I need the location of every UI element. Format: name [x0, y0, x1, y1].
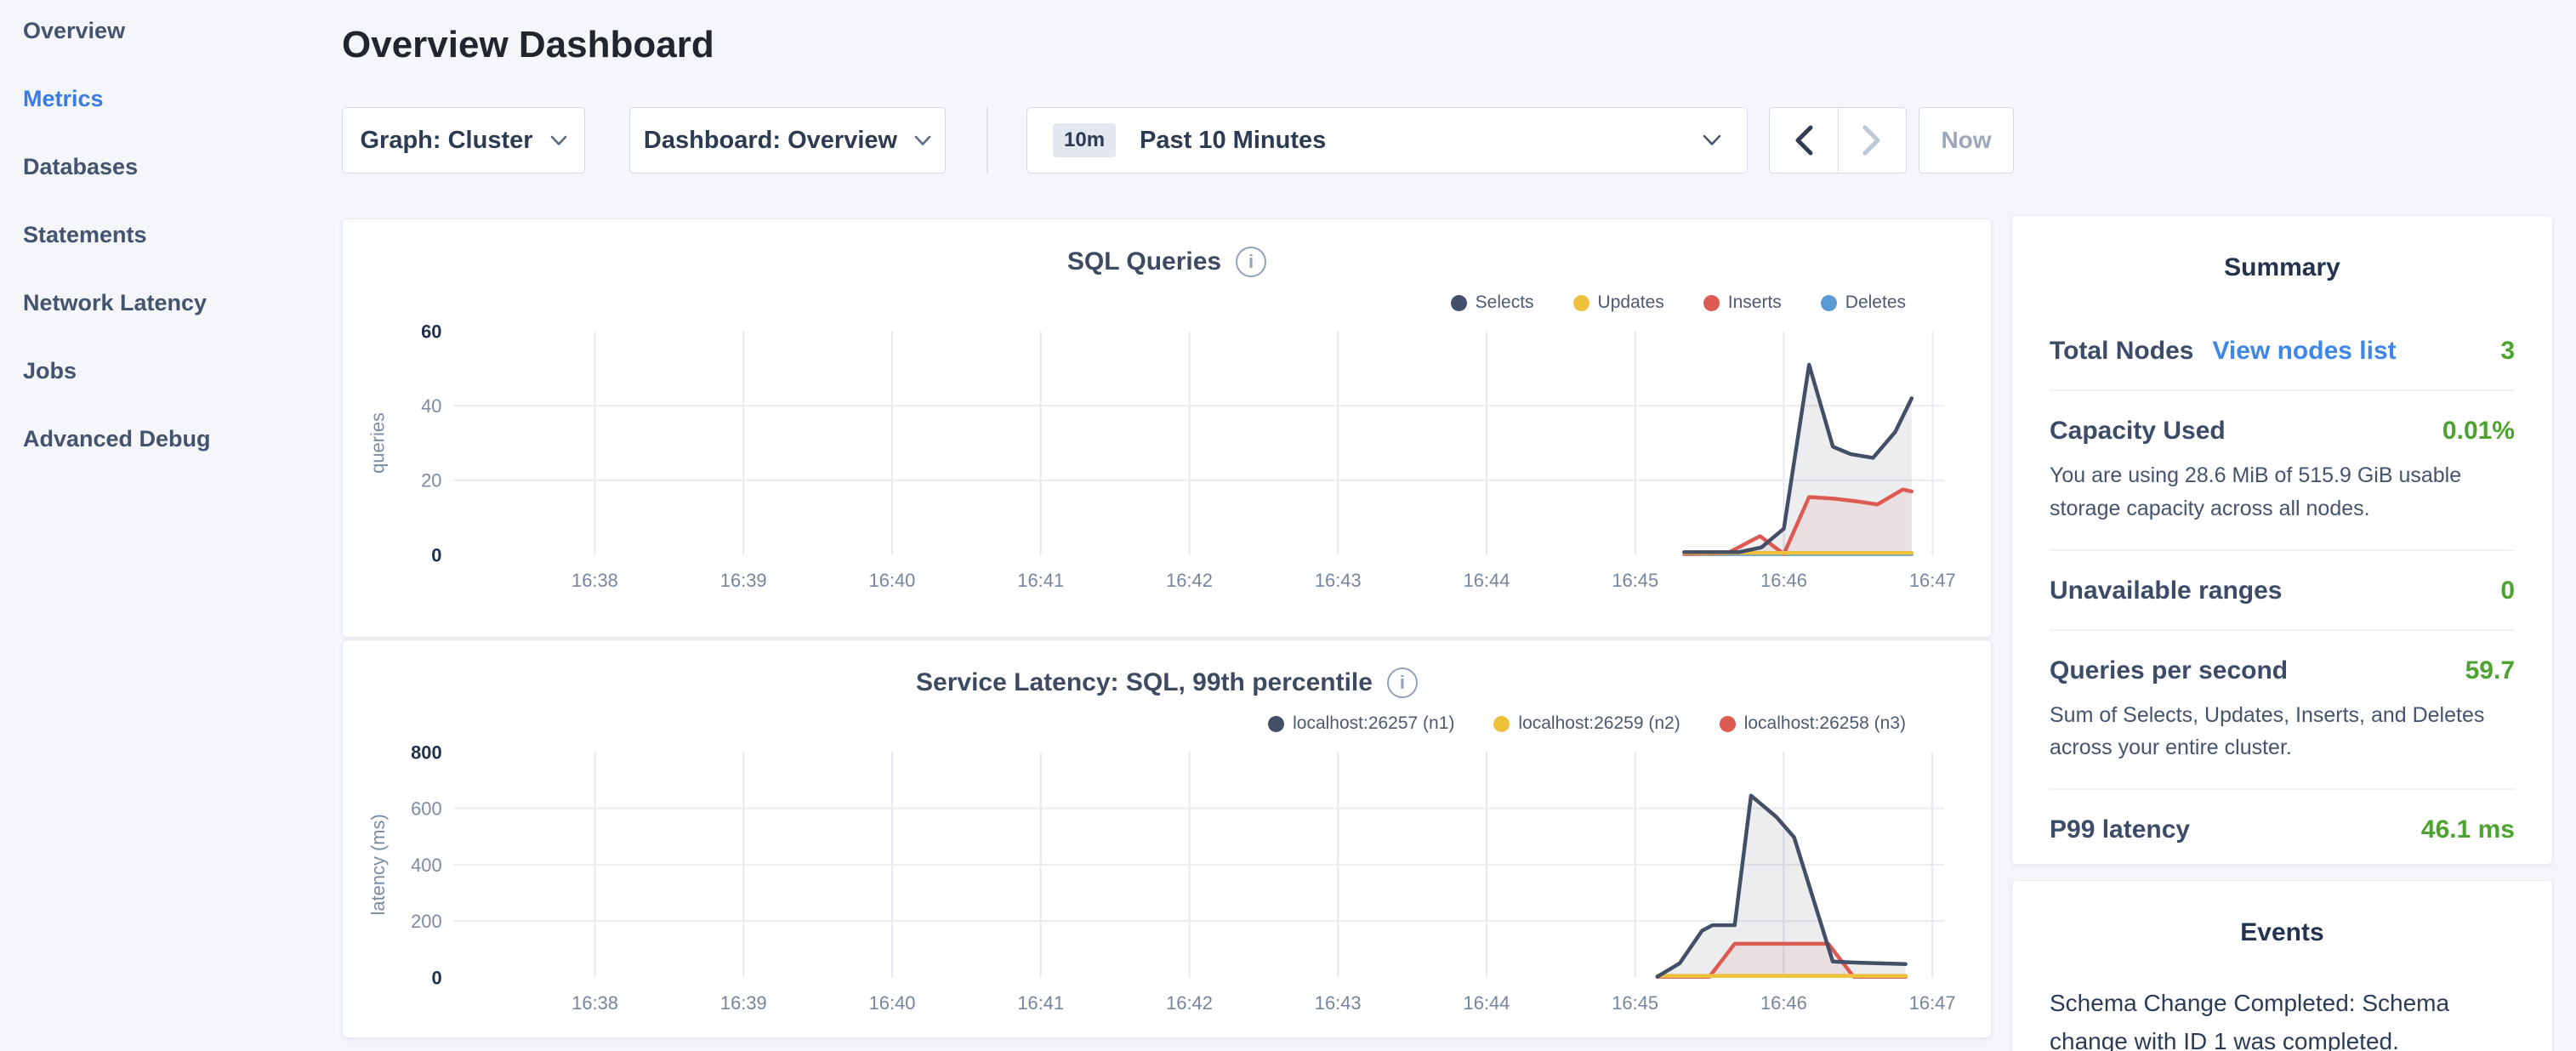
view-nodes-list-link[interactable]: View nodes list — [2212, 337, 2396, 366]
sidebar-item-advanced-debug[interactable]: Advanced Debug — [23, 427, 340, 451]
sidebar-item-overview[interactable]: Overview — [23, 19, 340, 43]
sidebar-item-jobs[interactable]: Jobs — [23, 359, 340, 383]
summary-rows: Total Nodes View nodes list 3 Capacity U… — [2050, 311, 2515, 868]
time-step-buttons — [1769, 107, 1907, 173]
chevron-right-icon — [1862, 124, 1882, 156]
events-panel: Events Schema Change Completed: Schema c… — [2011, 880, 2553, 1051]
sidebar-item-network-latency[interactable]: Network Latency — [23, 291, 340, 315]
svg-text:16:42: 16:42 — [1166, 992, 1213, 1014]
summary-row-total-nodes: Total Nodes View nodes list 3 — [2050, 311, 2515, 391]
summary-value: 3 — [2500, 337, 2515, 366]
svg-text:16:39: 16:39 — [720, 992, 767, 1014]
svg-text:16:41: 16:41 — [1017, 570, 1064, 591]
summary-row-p99-latency: P99 latency 46.1 ms — [2050, 790, 2515, 868]
svg-text:16:47: 16:47 — [1909, 992, 1956, 1014]
svg-text:16:45: 16:45 — [1612, 570, 1658, 591]
svg-text:16:38: 16:38 — [571, 570, 618, 591]
summary-label: Unavailable ranges — [2050, 577, 2282, 605]
svg-text:16:41: 16:41 — [1017, 992, 1064, 1014]
summary-description: Sum of Selects, Updates, Inserts, and De… — [2050, 699, 2515, 765]
sidebar-item-statements[interactable]: Statements — [23, 223, 340, 247]
time-forward-button[interactable] — [1838, 108, 1907, 173]
summary-value: 0.01% — [2442, 417, 2515, 446]
summary-label: Total Nodes — [2050, 337, 2193, 366]
event-item[interactable]: Schema Change Completed: Schema change w… — [2050, 985, 2515, 1051]
summary-label: Capacity Used — [2050, 417, 2226, 446]
summary-value: 59.7 — [2465, 656, 2515, 685]
chevron-down-icon — [1703, 134, 1721, 146]
svg-text:400: 400 — [411, 855, 442, 876]
time-range-selector[interactable]: 10m Past 10 Minutes — [1026, 107, 1748, 173]
svg-text:16:46: 16:46 — [1760, 992, 1807, 1014]
summary-description: You are using 28.6 MiB of 515.9 GiB usab… — [2050, 459, 2515, 526]
time-range-label: Past 10 Minutes — [1140, 127, 1326, 155]
svg-text:20: 20 — [421, 470, 441, 491]
summary-row-unavailable-ranges: Unavailable ranges 0 — [2050, 551, 2515, 631]
graph-dropdown[interactable]: Graph: Cluster — [342, 107, 585, 173]
chevron-left-icon — [1794, 124, 1814, 156]
time-range-badge: 10m — [1053, 123, 1116, 157]
summary-panel: Summary Total Nodes View nodes list 3 Ca… — [2011, 215, 2553, 865]
svg-text:16:40: 16:40 — [869, 992, 916, 1014]
svg-text:16:39: 16:39 — [720, 570, 767, 591]
event-message: Schema Change Completed: Schema change w… — [2050, 985, 2515, 1051]
now-button[interactable]: Now — [1919, 107, 2014, 173]
svg-text:0: 0 — [431, 967, 441, 988]
chevron-down-icon — [550, 135, 567, 146]
sql-queries-chart[interactable]: 16:38 16:39 16:40 16:41 16:42 16:43 16:44 16:45… — [343, 219, 1991, 637]
svg-text:800: 800 — [411, 741, 442, 763]
svg-text:0: 0 — [431, 544, 441, 565]
svg-text:40: 40 — [421, 395, 441, 417]
svg-text:16:43: 16:43 — [1315, 992, 1362, 1014]
toolbar: Graph: Cluster Dashboard: Overview 10m P… — [342, 107, 2014, 173]
svg-text:16:47: 16:47 — [1909, 570, 1956, 591]
svg-text:16:44: 16:44 — [1464, 570, 1510, 591]
svg-text:60: 60 — [421, 321, 441, 342]
time-back-button[interactable] — [1770, 108, 1838, 173]
service-latency-chart[interactable]: 16:38 16:39 16:40 16:41 16:42 16:43 16:44 16:45… — [343, 640, 1991, 1037]
sidebar-item-metrics[interactable]: Metrics — [23, 87, 340, 111]
sql-queries-chart-card: SQL Queries i Selects Updates Inserts De… — [342, 219, 1992, 638]
svg-text:16:45: 16:45 — [1612, 992, 1658, 1014]
svg-text:16:40: 16:40 — [869, 570, 916, 591]
app-root: Overview Metrics Databases Statements Ne… — [0, 0, 2576, 1051]
events-title: Events — [2050, 881, 2515, 947]
svg-text:latency (ms): latency (ms) — [367, 814, 389, 915]
sidebar-item-databases[interactable]: Databases — [23, 155, 340, 179]
svg-text:600: 600 — [411, 798, 442, 820]
svg-text:16:42: 16:42 — [1166, 570, 1213, 591]
graph-dropdown-label: Graph: Cluster — [360, 127, 532, 155]
summary-value: 0 — [2500, 577, 2515, 605]
summary-title: Summary — [2050, 216, 2515, 282]
svg-text:200: 200 — [411, 911, 442, 932]
service-latency-chart-card: Service Latency: SQL, 99th percentile i … — [342, 639, 1992, 1038]
summary-value: 46.1 ms — [2421, 815, 2515, 844]
summary-label: P99 latency — [2050, 815, 2190, 844]
summary-row-capacity-used: Capacity Used 0.01% You are using 28.6 M… — [2050, 391, 2515, 551]
svg-text:16:44: 16:44 — [1464, 992, 1510, 1014]
dashboard-dropdown[interactable]: Dashboard: Overview — [629, 107, 946, 173]
svg-text:queries: queries — [367, 412, 389, 474]
summary-row-queries-per-second: Queries per second 59.7 Sum of Selects, … — [2050, 631, 2515, 791]
dashboard-dropdown-label: Dashboard: Overview — [644, 127, 897, 155]
summary-label: Queries per second — [2050, 656, 2288, 685]
svg-text:16:46: 16:46 — [1760, 570, 1807, 591]
toolbar-divider — [987, 107, 988, 173]
chevron-down-icon — [914, 135, 931, 146]
page-title: Overview Dashboard — [342, 24, 714, 66]
svg-text:16:38: 16:38 — [571, 992, 618, 1014]
svg-text:16:43: 16:43 — [1315, 570, 1362, 591]
sidebar: Overview Metrics Databases Statements Ne… — [0, 0, 340, 1051]
